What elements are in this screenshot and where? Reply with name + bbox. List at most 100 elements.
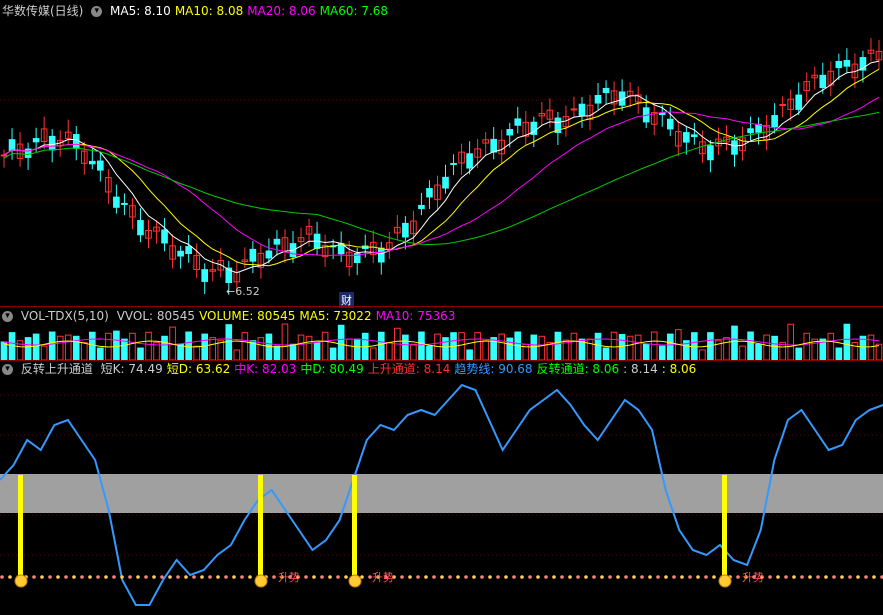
baseline-dot	[72, 575, 76, 579]
indicator-label-4: 上升通道: 8.14	[367, 362, 451, 376]
baseline-dot	[504, 575, 508, 579]
candle-body	[32, 138, 40, 143]
volume-bar	[225, 324, 233, 360]
volume-bar	[121, 338, 128, 360]
volume-bar	[32, 333, 40, 360]
baseline-dot	[584, 575, 588, 579]
baseline-dot	[704, 575, 708, 579]
baseline-dot	[456, 575, 460, 579]
candle-body	[426, 188, 433, 198]
baseline-dot	[632, 575, 636, 579]
candle-body	[0, 154, 8, 157]
baseline-dot	[624, 575, 628, 579]
baseline-dot	[816, 575, 820, 579]
volume-bar	[193, 345, 200, 360]
baseline-dot	[776, 575, 780, 579]
volume-bar	[273, 345, 281, 360]
baseline-dot	[304, 575, 308, 579]
volume-bar	[386, 341, 393, 360]
baseline-dot	[464, 575, 468, 579]
volume-bar	[442, 337, 449, 360]
volume-bar	[835, 347, 843, 360]
volume-bar	[97, 347, 104, 360]
baseline-dot	[832, 575, 836, 579]
indicator-legend: 短K: 74.49 短D: 63.62 中K: 82.03 中D: 80.49 上升通道…	[101, 362, 701, 376]
baseline-dot	[136, 575, 140, 579]
candle-body	[747, 128, 754, 134]
baseline-dot	[344, 575, 348, 579]
baseline-dot	[232, 575, 236, 579]
candle-body	[506, 129, 514, 136]
volume-bar	[337, 324, 345, 360]
signal-marker-icon	[14, 574, 28, 588]
candle-body	[707, 145, 714, 161]
baseline-dot	[488, 575, 492, 579]
signal-marker-icon	[254, 574, 268, 588]
volume-bar	[506, 337, 514, 360]
indicator-label-5: 趋势线: 90.68	[454, 362, 533, 376]
volume-bar	[137, 347, 144, 360]
candle-body	[570, 108, 578, 111]
volume-bar	[241, 332, 249, 360]
baseline-dot	[104, 575, 108, 579]
signal-bar	[18, 475, 23, 577]
volume-bar	[658, 345, 666, 360]
candle-body	[121, 202, 128, 205]
volume-bar	[281, 323, 289, 360]
candle-body	[602, 87, 610, 94]
baseline-dot	[520, 575, 524, 579]
baseline-dot	[128, 575, 132, 579]
baseline-dot	[840, 575, 844, 579]
volume-bar	[618, 333, 626, 360]
volume-bar	[474, 332, 481, 360]
indicator-settings-icon[interactable]: ▾	[2, 364, 13, 375]
indicator-title: 反转上升通道	[20, 362, 93, 376]
candle-body	[691, 134, 698, 138]
baseline-dot	[736, 575, 740, 579]
baseline-dot	[424, 575, 428, 579]
volume-bar	[586, 338, 594, 360]
volume-bar	[795, 347, 803, 360]
baseline-dot	[432, 575, 436, 579]
volume-bar	[161, 335, 168, 360]
ma5-line	[3, 60, 880, 274]
volume-bar	[369, 347, 377, 360]
volume-bar	[466, 349, 473, 360]
volume-bar	[72, 335, 80, 360]
volume-bar	[723, 337, 730, 360]
baseline-dot	[248, 575, 252, 579]
volume-bar	[538, 335, 546, 360]
baseline-dot	[336, 575, 340, 579]
channel-band	[0, 474, 883, 513]
signal-marker-icon	[348, 574, 362, 588]
baseline-dot	[864, 575, 868, 579]
volume-bar	[321, 331, 329, 360]
baseline-dot	[512, 575, 516, 579]
baseline-dot	[88, 575, 92, 579]
baseline-dot	[792, 575, 796, 579]
volume-chart[interactable]	[0, 320, 883, 360]
volume-bar	[64, 334, 72, 360]
indicator-label-3: 中D: 80.49	[300, 362, 364, 376]
volume-bar	[177, 343, 184, 360]
baseline-dot	[440, 575, 444, 579]
volume-bar	[530, 334, 538, 360]
candlestick-chart[interactable]	[0, 0, 883, 305]
volume-bar	[827, 332, 835, 360]
indicator-label-7: : 8.14	[623, 362, 658, 376]
candle-body	[177, 250, 184, 257]
volume-bar	[305, 335, 313, 360]
volume-bar	[185, 331, 192, 360]
baseline-dot	[680, 575, 684, 579]
candle-body	[666, 118, 674, 130]
baseline-dot	[176, 575, 180, 579]
indicator-chart[interactable]: 升势 升势 升势	[0, 375, 883, 615]
volume-bar	[731, 325, 738, 360]
baseline-dot	[496, 575, 500, 579]
baseline-dot	[712, 575, 716, 579]
baseline-dot	[152, 575, 156, 579]
baseline-dot	[416, 575, 420, 579]
baseline-dot	[808, 575, 812, 579]
candle-body	[442, 176, 449, 189]
baseline-dot	[56, 575, 60, 579]
